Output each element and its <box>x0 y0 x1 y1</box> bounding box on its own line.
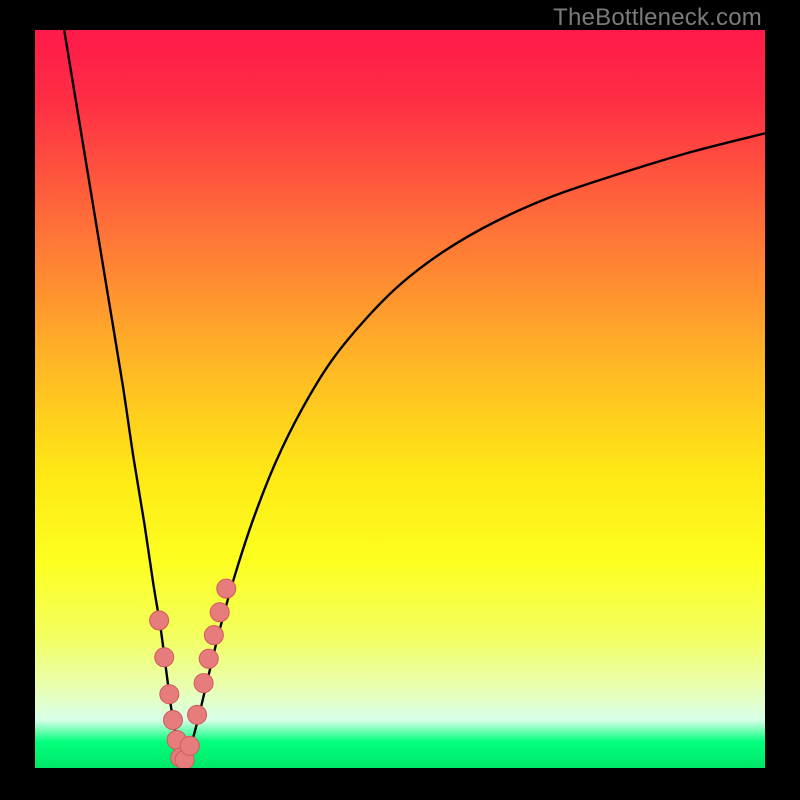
plot-area <box>35 30 765 768</box>
marker-dot <box>210 603 229 622</box>
marker-dot <box>163 711 182 730</box>
marker-dot <box>150 611 169 630</box>
marker-dot <box>204 626 223 645</box>
marker-dot <box>155 648 174 667</box>
marker-dot <box>160 685 179 704</box>
chart-svg <box>35 30 765 768</box>
marker-dot <box>188 705 207 724</box>
marker-dot <box>180 736 199 755</box>
marker-dot <box>217 579 236 598</box>
gradient-background <box>35 30 765 768</box>
marker-dot <box>194 674 213 693</box>
outer-frame: TheBottleneck.com <box>0 0 800 800</box>
watermark-text: TheBottleneck.com <box>553 4 762 32</box>
marker-dot <box>199 649 218 668</box>
